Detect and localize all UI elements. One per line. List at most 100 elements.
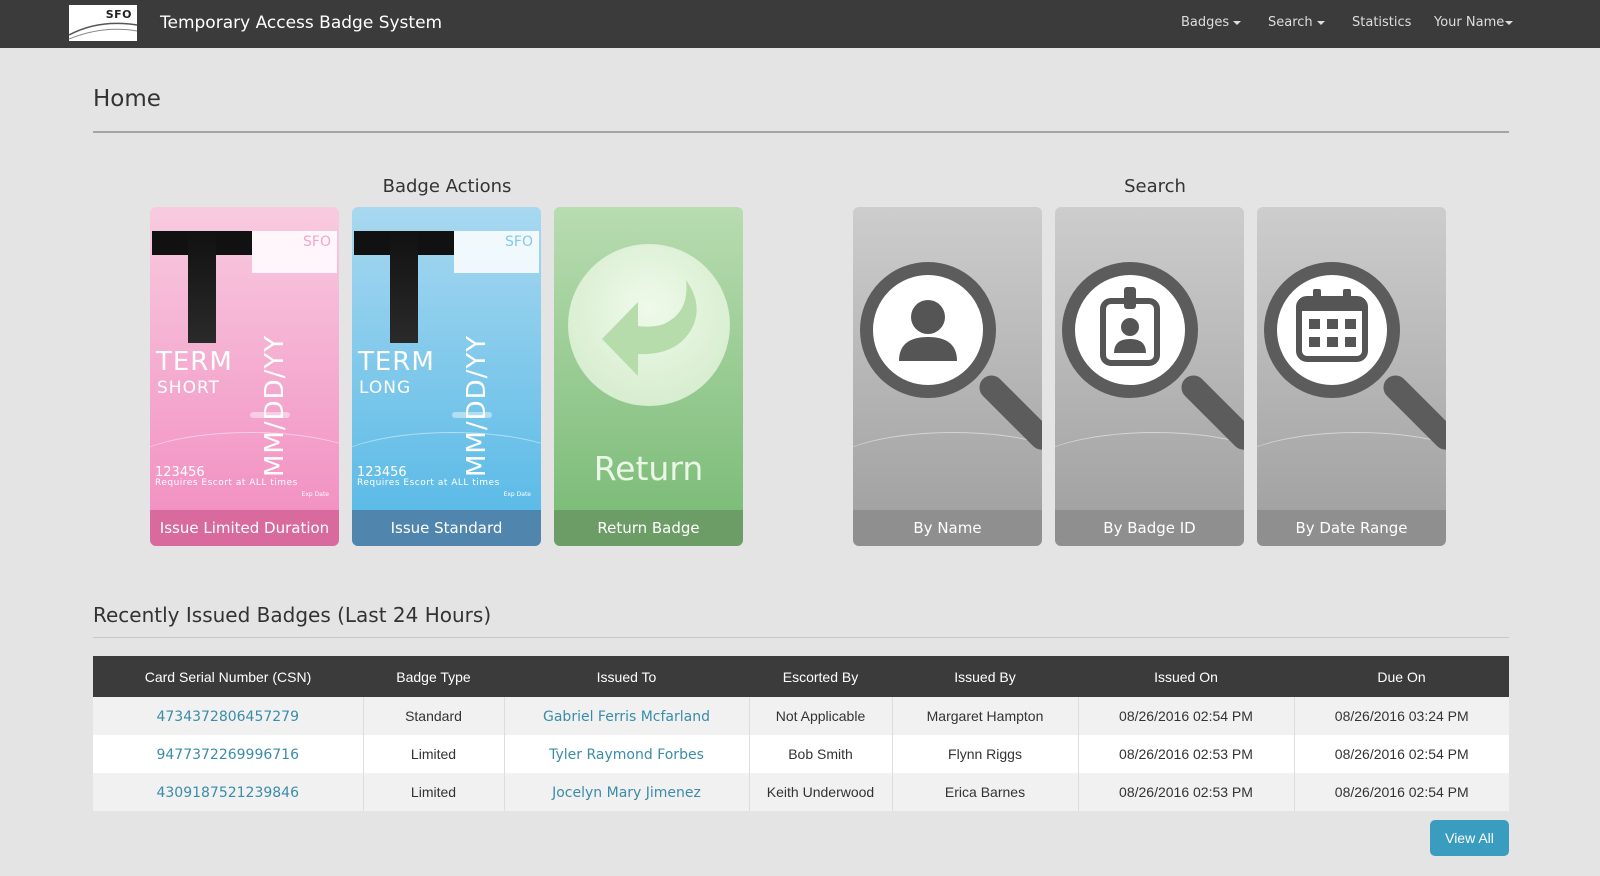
badge-type-cell: Limited [362,773,504,811]
due-on-cell: 08/26/2016 02:54 PM [1293,773,1509,811]
badge-id-icon [1100,287,1160,366]
sfo-flag-text: SFO [505,234,533,250]
term-sub-label: LONG [359,378,412,398]
col-due-on[interactable]: Due On [1294,656,1509,697]
caret-down-icon [1233,20,1242,25]
return-arrow-icon [568,244,730,406]
return-badge-tile[interactable]: Return Return Badge [554,207,743,546]
view-all-button[interactable]: View All [1430,820,1509,856]
caret-down-icon [1316,20,1325,25]
issued-by-cell: Margaret Hampton [891,697,1078,735]
col-csn[interactable]: Card Serial Number (CSN) [93,656,363,697]
search-by-date-range-caption: By Date Range [1257,510,1446,546]
nav-statistics-label: Statistics [1352,15,1412,30]
return-arrow-svg [602,280,697,376]
table-row: 4734372806457279 Standard Gabriel Ferris… [93,697,1509,735]
csn-link[interactable]: 4734372806457279 [156,709,299,725]
badge-long-term-image: SFO TERM LONG MM/DD/YY 123456 Requires E… [352,207,541,510]
issue-standard-tile[interactable]: SFO TERM LONG MM/DD/YY 123456 Requires E… [352,207,541,546]
nav-badges-dropdown[interactable]: Badges [1181,15,1242,30]
magnifier-icon [860,262,996,398]
sfo-logo[interactable]: SFO [69,5,137,41]
nav-badges-label: Badges [1181,15,1230,30]
badge-type-cell: Limited [362,735,504,773]
csn-link[interactable]: 9477372269996716 [156,747,299,763]
issue-limited-duration-caption: Issue Limited Duration [150,510,339,546]
search-by-date-range-image [1257,207,1446,510]
csn-cell: 9477372269996716 [93,735,363,773]
recent-divider [93,637,1509,638]
card-note: Requires Escort at ALL times [357,478,500,488]
issued-to-cell: Gabriel Ferris Mcfarland [503,697,749,735]
return-badge-image: Return [554,207,743,510]
issued-on-cell: 08/26/2016 02:53 PM [1077,735,1294,773]
person-icon [899,300,957,361]
badge-actions-title: Badge Actions [382,176,512,197]
term-label: TERM [156,347,233,377]
search-by-name-image [853,207,1042,510]
card-swoosh [1055,432,1244,512]
csn-cell: 4734372806457279 [93,697,363,735]
brand-title[interactable]: Temporary Access Badge System [160,13,442,33]
issued-to-link[interactable]: Tyler Raymond Forbes [549,747,704,763]
card-note: Requires Escort at ALL times [155,478,298,488]
csn-cell: 4309187521239846 [93,773,363,811]
issued-by-cell: Flynn Riggs [891,735,1078,773]
escorted-by-cell: Not Applicable [748,697,892,735]
col-issued-to[interactable]: Issued To [504,656,749,697]
card-swoosh [853,432,1042,512]
csn-link[interactable]: 4309187521239846 [156,785,299,801]
escorted-by-cell: Keith Underwood [748,773,892,811]
table-row: 9477372269996716 Limited Tyler Raymond F… [93,735,1509,773]
card-swoosh [1257,432,1446,512]
issued-on-cell: 08/26/2016 02:54 PM [1077,697,1294,735]
due-on-cell: 08/26/2016 02:54 PM [1293,735,1509,773]
search-by-badge-id-image [1055,207,1244,510]
recent-badges-title: Recently Issued Badges (Last 24 Hours) [93,603,492,627]
search-by-badge-id-caption: By Badge ID [1055,510,1244,546]
col-escorted-by[interactable]: Escorted By [749,656,892,697]
col-badge-type[interactable]: Badge Type [363,656,504,697]
col-issued-by[interactable]: Issued By [892,656,1078,697]
nav-statistics-link[interactable]: Statistics [1352,15,1411,30]
term-label: TERM [358,347,435,377]
table-row: 4309187521239846 Limited Jocelyn Mary Ji… [93,773,1509,811]
search-by-name-tile[interactable]: By Name [853,207,1042,546]
issue-standard-caption: Issue Standard [352,510,541,546]
search-by-date-range-tile[interactable]: By Date Range [1257,207,1446,546]
search-by-badge-id-tile[interactable]: By Badge ID [1055,207,1244,546]
due-on-cell: 08/26/2016 03:24 PM [1293,697,1509,735]
airplane-icon [452,412,492,418]
search-section-title: Search [1124,176,1186,197]
issued-to-link[interactable]: Jocelyn Mary Jimenez [552,785,701,801]
nav-search-dropdown[interactable]: Search [1268,15,1325,30]
header-divider [93,131,1509,133]
top-navbar: SFO Temporary Access Badge System Badges… [0,0,1600,48]
issued-by-cell: Erica Barnes [891,773,1078,811]
logo-text: SFO [105,8,132,21]
search-by-name-caption: By Name [853,510,1042,546]
sfo-flag-text: SFO [303,234,331,250]
table-header-row: Card Serial Number (CSN) Badge Type Issu… [93,656,1509,697]
nav-user-label: Your Name [1434,15,1505,30]
magnifier-icon [1264,262,1400,398]
badge-type-cell: Standard [362,697,504,735]
return-face-label: Return [593,449,704,488]
date-placeholder: MM/DD/YY [260,334,290,477]
date-placeholder: MM/DD/YY [462,334,492,477]
airplane-icon [250,412,290,418]
badge-short-term-image: SFO TERM SHORT MM/DD/YY 123456 Requires … [150,207,339,510]
exp-date-label: Exp Date [503,491,531,498]
letter-t-stem [390,231,418,343]
term-sub-label: SHORT [157,378,220,398]
col-issued-on[interactable]: Issued On [1078,656,1294,697]
caret-down-icon [1505,20,1514,25]
issued-to-link[interactable]: Gabriel Ferris Mcfarland [543,709,710,725]
calendar-icon [1296,289,1368,362]
issued-to-cell: Tyler Raymond Forbes [503,735,749,773]
letter-t-stem [188,231,216,343]
sfo-flag: SFO [454,231,539,273]
recent-badges-table: Card Serial Number (CSN) Badge Type Issu… [93,656,1509,811]
nav-user-dropdown[interactable]: Your Name [1434,15,1514,30]
issue-limited-duration-tile[interactable]: SFO TERM SHORT MM/DD/YY 123456 Requires … [150,207,339,546]
